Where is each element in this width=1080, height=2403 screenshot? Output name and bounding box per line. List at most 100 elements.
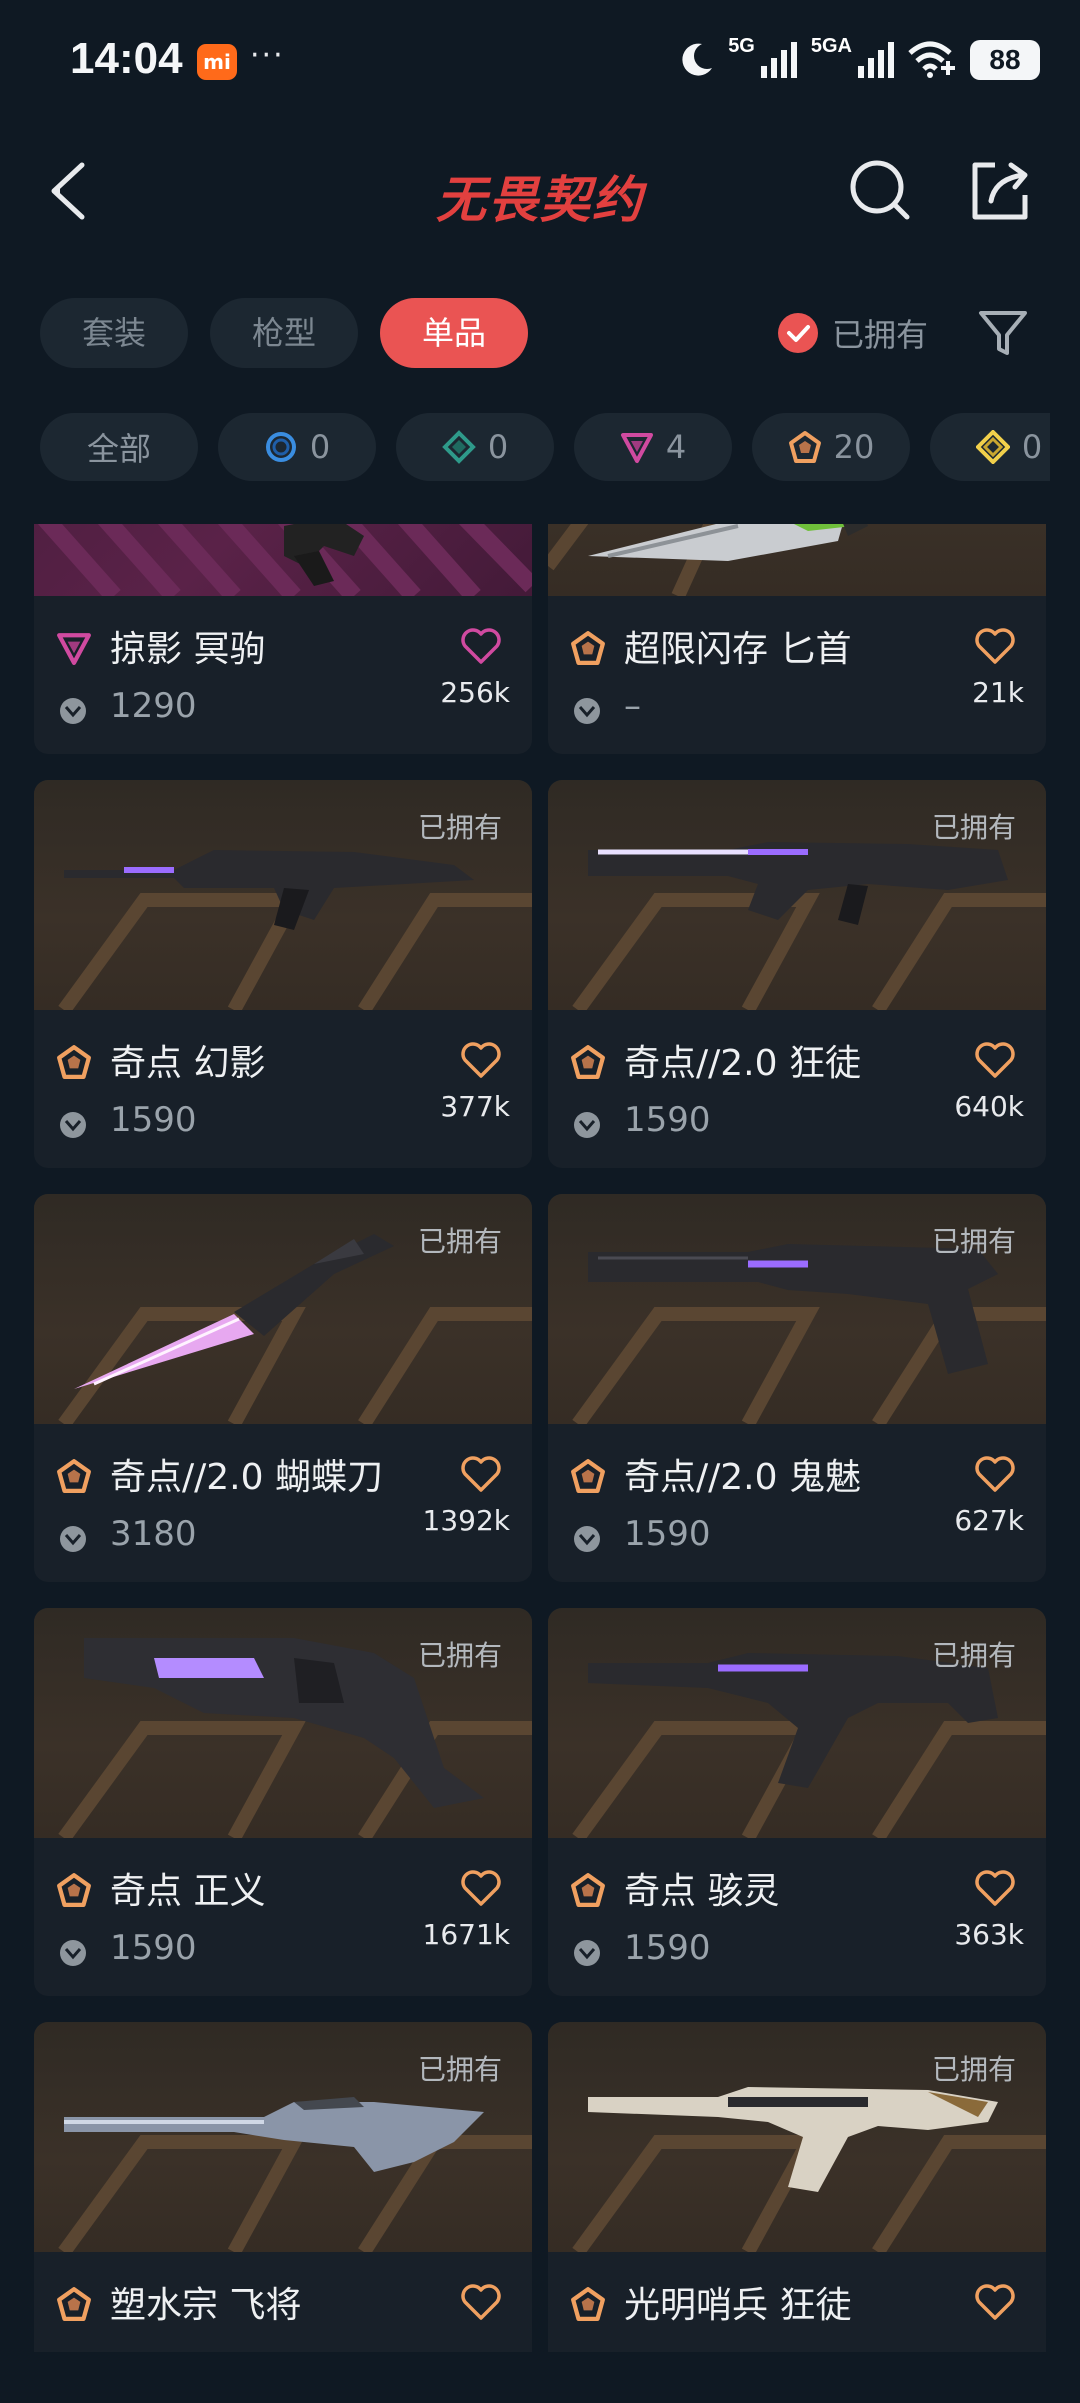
skin-card[interactable]: 超限闪存 匕首 – 21k	[548, 524, 1046, 754]
skin-info: 奇点//2.0 鬼魅 1590 627k	[548, 1424, 1046, 1582]
exclusive-tier-icon	[57, 1459, 91, 1493]
skin-price: 1590	[110, 1100, 197, 1140]
chip-label: 全部	[86, 430, 151, 468]
skin-thumbnail: 已拥有	[548, 1608, 1046, 1838]
skin-name: 超限闪存 匕首	[624, 629, 852, 670]
category-tabs: 套装 枪型 单品	[40, 298, 529, 368]
rarity-chip-exclusive[interactable]: 20	[752, 413, 910, 481]
battery-indicator: 88	[970, 40, 1040, 80]
like-count: 640k	[954, 1090, 1024, 1123]
like-count: 377k	[440, 1090, 510, 1123]
rarity-chip-deluxe[interactable]: 0	[396, 413, 554, 481]
skin-card[interactable]: 已拥有 奇点//2.0 蝴蝶刀 3180 1392k	[34, 1194, 532, 1582]
exclusive-tier-icon	[571, 1045, 605, 1079]
rarity-chip-select[interactable]: 0	[218, 413, 376, 481]
favorite-heart-icon[interactable]	[460, 626, 502, 666]
skin-thumbnail	[548, 524, 1046, 596]
skin-card[interactable]: 已拥有 塑水宗 飞将	[34, 2022, 532, 2352]
skin-info: 塑水宗 飞将	[34, 2252, 532, 2352]
skin-thumbnail: 已拥有	[34, 1194, 532, 1424]
exclusive-tier-icon	[57, 2287, 91, 2321]
skin-thumbnail	[34, 524, 532, 596]
exclusive-tier-icon	[571, 631, 605, 665]
exclusive-tier-icon	[788, 431, 821, 463]
favorite-heart-icon[interactable]	[460, 2282, 502, 2322]
favorite-heart-icon[interactable]	[974, 1040, 1016, 1080]
skin-name: 奇点 幻影	[110, 1043, 266, 1084]
clock: 14:04	[70, 34, 183, 83]
network-5ga-label: 5GA	[810, 34, 852, 57]
signal-strength-icon	[858, 42, 894, 78]
do-not-disturb-moon-icon	[682, 43, 713, 76]
exclusive-tier-icon	[571, 1873, 605, 1907]
owned-toggle[interactable]: 已拥有	[778, 308, 928, 358]
favorite-heart-icon[interactable]	[974, 1454, 1016, 1494]
skin-name: 奇点//2.0 鬼魅	[624, 1457, 861, 1498]
skin-name: 奇点//2.0 蝴蝶刀	[110, 1457, 383, 1498]
rarity-chip-all[interactable]: 全部	[40, 413, 198, 481]
skin-price: 3180	[110, 1514, 197, 1554]
skin-name: 奇点//2.0 狂徒	[624, 1043, 861, 1084]
skin-grid: 掠影 冥驹 1290 256k 超限闪存 匕首 – 21k 已拥有 奇点 幻影 …	[34, 524, 1046, 2352]
skin-name: 掠影 冥驹	[110, 629, 266, 670]
vp-currency-icon	[574, 1112, 600, 1138]
skin-info: 奇点//2.0 狂徒 1590 640k	[548, 1010, 1046, 1168]
tab-weapon-type[interactable]: 枪型	[210, 298, 359, 368]
favorite-heart-icon[interactable]	[974, 626, 1016, 666]
vp-currency-icon	[60, 698, 86, 724]
like-count: 256k	[440, 676, 510, 709]
skin-card[interactable]: 已拥有 奇点 骇灵 1590 363k	[548, 1608, 1046, 1996]
vp-currency-icon	[574, 1526, 600, 1552]
search-icon[interactable]	[845, 155, 915, 225]
rarity-chip-premium[interactable]: 4	[574, 413, 732, 481]
skin-price: 1290	[110, 686, 197, 726]
favorite-heart-icon[interactable]	[974, 2282, 1016, 2322]
premium-tier-icon	[57, 633, 91, 665]
weapon-image	[284, 524, 364, 586]
system-icons: 5G 5GA 88	[676, 32, 1040, 88]
ultra-tier-icon	[975, 430, 1010, 464]
wifi-icon	[908, 41, 955, 78]
favorite-heart-icon[interactable]	[460, 1040, 502, 1080]
like-count: 627k	[954, 1504, 1024, 1537]
tab-single-items[interactable]: 单品	[380, 298, 529, 368]
skin-card[interactable]: 已拥有 奇点//2.0 鬼魅 1590 627k	[548, 1194, 1046, 1582]
skin-info: 超限闪存 匕首 – 21k	[548, 596, 1046, 754]
owned-tag: 已拥有	[931, 2053, 1016, 2086]
share-icon[interactable]	[965, 155, 1035, 225]
skin-thumbnail: 已拥有	[34, 2022, 532, 2252]
owned-tag: 已拥有	[931, 1639, 1016, 1672]
status-bar: 14:04 mi ··· 5G 5GA 88	[0, 0, 1080, 120]
skin-card[interactable]: 已拥有 奇点//2.0 狂徒 1590 640k	[548, 780, 1046, 1168]
exclusive-tier-icon	[57, 1873, 91, 1907]
owned-tag: 已拥有	[417, 1225, 502, 1258]
vp-currency-icon	[60, 1526, 86, 1552]
vp-currency-icon	[574, 698, 600, 724]
bottom-spacer	[0, 2352, 1080, 2403]
favorite-heart-icon[interactable]	[460, 1868, 502, 1908]
like-count: 1392k	[422, 1504, 510, 1537]
owned-tag: 已拥有	[931, 1225, 1016, 1258]
skin-price: –	[624, 686, 641, 726]
skin-card[interactable]: 已拥有 光明哨兵 狂徒	[548, 2022, 1046, 2352]
skin-card[interactable]: 已拥有 奇点 幻影 1590 377k	[34, 780, 532, 1168]
tab-bundles[interactable]: 套装	[40, 298, 189, 368]
skin-thumbnail: 已拥有	[34, 780, 532, 1010]
skin-card[interactable]: 已拥有 奇点 正义 1590 1671k	[34, 1608, 532, 1996]
skin-name: 奇点 正义	[110, 1871, 266, 1912]
vp-currency-icon	[60, 1112, 86, 1138]
like-count: 21k	[972, 676, 1024, 709]
filter-funnel-icon[interactable]	[975, 305, 1031, 361]
owned-tag: 已拥有	[417, 811, 502, 844]
skin-info: 奇点 幻影 1590 377k	[34, 1010, 532, 1168]
skin-price: 1590	[624, 1928, 711, 1968]
favorite-heart-icon[interactable]	[974, 1868, 1016, 1908]
favorite-heart-icon[interactable]	[460, 1454, 502, 1494]
network-5g-label: 5G	[728, 34, 755, 57]
skin-thumbnail: 已拥有	[548, 1194, 1046, 1424]
skin-card[interactable]: 掠影 冥驹 1290 256k	[34, 524, 532, 754]
skin-info: 掠影 冥驹 1290 256k	[34, 596, 532, 754]
skin-price: 1590	[110, 1928, 197, 1968]
rarity-chip-ultra[interactable]: 0	[930, 413, 1050, 481]
chip-count: 4	[665, 428, 687, 466]
